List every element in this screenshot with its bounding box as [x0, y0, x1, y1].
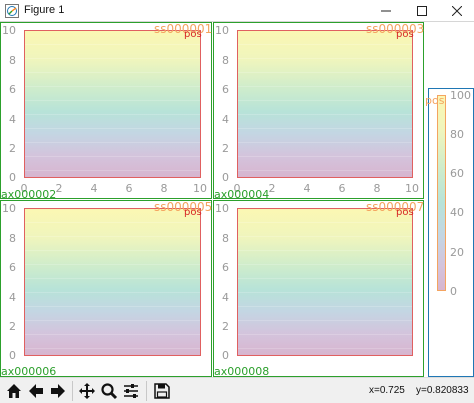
- ytick-2-6: 6: [222, 83, 229, 96]
- ytick-4-6: 6: [222, 261, 229, 274]
- home-icon: [7, 384, 21, 398]
- ytick-1-4: 4: [9, 113, 16, 126]
- configure-subplots-button[interactable]: [120, 380, 142, 402]
- close-icon: [452, 6, 462, 16]
- window-title: Figure 1: [24, 4, 65, 16]
- position-label-2: pos: [396, 29, 414, 40]
- forward-icon: [51, 384, 65, 398]
- ytick-1-2: 2: [9, 142, 16, 155]
- xtick-2-8: 8: [373, 182, 381, 195]
- ytick-3-4: 4: [9, 291, 16, 304]
- ytick-1-6: 6: [9, 83, 16, 96]
- xtick-2-4: 4: [303, 182, 311, 195]
- ytick-1-10: 10: [2, 24, 16, 37]
- plot-area-2[interactable]: [237, 30, 413, 178]
- save-icon: [154, 383, 170, 399]
- ytick-3-10: 10: [2, 202, 16, 215]
- back-button[interactable]: [25, 380, 47, 402]
- ytick-4-2: 2: [222, 320, 229, 333]
- figure-window: Figure 1 ss000001 pos 10 8 6 4 2 0 0 2 4…: [0, 0, 474, 403]
- ytick-2-4: 4: [222, 113, 229, 126]
- ytick-3-0: 0: [9, 349, 16, 362]
- xtick-1-8: 8: [160, 182, 168, 195]
- colorbar-tick-60: 60: [450, 167, 464, 180]
- minimize-icon: [381, 10, 391, 12]
- toolbar-separator-1: [72, 381, 73, 401]
- figure-canvas[interactable]: ss000001 pos 10 8 6 4 2 0 0 2 4 6 8 10 a…: [0, 22, 474, 377]
- xtick-1-6: 6: [125, 182, 133, 195]
- colorbar-tick-80: 80: [450, 128, 464, 141]
- close-button[interactable]: [440, 0, 474, 22]
- colorbar-tick-20: 20: [450, 246, 464, 259]
- xtick-2-6: 6: [338, 182, 346, 195]
- forward-button[interactable]: [47, 380, 69, 402]
- navigation-toolbar: x=0.725 y=0.820833: [0, 377, 474, 403]
- ytick-1-0: 0: [9, 171, 16, 184]
- matplotlib-app-icon: [5, 4, 19, 18]
- maximize-icon: [417, 6, 427, 16]
- home-button[interactable]: [3, 380, 25, 402]
- maximize-button[interactable]: [405, 0, 439, 22]
- xtick-1-4: 4: [90, 182, 98, 195]
- pan-button[interactable]: [76, 380, 98, 402]
- ytick-1-8: 8: [9, 54, 16, 67]
- toolbar-separator-2: [146, 381, 147, 401]
- ytick-4-4: 4: [222, 291, 229, 304]
- ytick-4-8: 8: [222, 232, 229, 245]
- ytick-4-0: 0: [222, 349, 229, 362]
- axes-label-4: ax000008: [214, 365, 270, 377]
- axes-label-3: ax000006: [1, 365, 57, 377]
- colorbar[interactable]: [437, 95, 446, 291]
- position-label-4: pos: [396, 207, 414, 218]
- zoom-icon: [101, 383, 118, 400]
- plot-area-3[interactable]: [24, 208, 201, 356]
- ytick-4-10: 10: [215, 202, 229, 215]
- ytick-3-2: 2: [9, 320, 16, 333]
- ytick-3-6: 6: [9, 261, 16, 274]
- configure-subplots-icon: [124, 384, 138, 398]
- ytick-2-0: 0: [222, 171, 229, 184]
- y-coordinate-readout: y=0.820833: [416, 385, 469, 396]
- title-bar: Figure 1: [0, 0, 474, 22]
- ytick-2-8: 8: [222, 54, 229, 67]
- colorbar-position-label: pos: [425, 94, 445, 107]
- ytick-2-10: 10: [215, 24, 229, 37]
- ytick-2-2: 2: [222, 142, 229, 155]
- position-label-3: pos: [184, 207, 202, 218]
- colorbar-tick-40: 40: [450, 206, 464, 219]
- save-button[interactable]: [151, 380, 173, 402]
- ytick-3-8: 8: [9, 232, 16, 245]
- colorbar-tick-100: 100: [450, 89, 471, 102]
- position-label-1: pos: [184, 29, 202, 40]
- zoom-button[interactable]: [98, 380, 120, 402]
- minimize-button[interactable]: [369, 0, 403, 22]
- pan-icon: [79, 383, 95, 399]
- xtick-1-10: 10: [193, 182, 207, 195]
- colorbar-tick-0: 0: [450, 285, 457, 298]
- plot-area-1[interactable]: [24, 30, 201, 178]
- x-coordinate-readout: x=0.725: [369, 385, 405, 396]
- plot-area-4[interactable]: [237, 208, 413, 356]
- xtick-2-10: 10: [405, 182, 419, 195]
- back-icon: [29, 384, 43, 398]
